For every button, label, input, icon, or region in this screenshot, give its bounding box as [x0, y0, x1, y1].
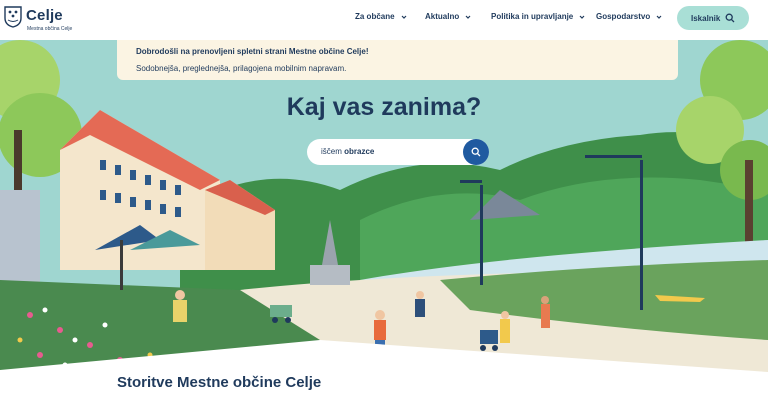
hero-search-field[interactable]: iščem obrazce [307, 139, 489, 165]
hero-title: Kaj vas zanima? [286, 93, 482, 121]
city-park-illustration [0, 40, 768, 380]
nav-item-aktualno[interactable]: Aktualno [425, 12, 471, 21]
nav-item-label: Za občane [355, 12, 395, 21]
site-header: Celje Mestna občina Celje Za občane Aktu… [0, 0, 768, 40]
notice-text: Sodobnejša, preglednejša, prilagojena mo… [136, 64, 347, 73]
notice-title: Dobrodošli na prenovljeni spletni strani… [136, 47, 369, 56]
hero-illustration [0, 40, 768, 380]
logo-title: Celje [26, 7, 63, 24]
search-term: obrazce [344, 147, 375, 156]
welcome-notice: Dobrodošli na prenovljeni spletni strani… [117, 40, 678, 80]
nav-item-gospodarstvo[interactable]: Gospodarstvo [596, 12, 662, 21]
nav-item-label: Aktualno [425, 12, 460, 21]
nav-item-label: Gospodarstvo [596, 12, 651, 21]
chevron-down-icon [579, 15, 585, 19]
search-input[interactable]: iščem obrazce [321, 147, 374, 156]
chevron-down-icon [465, 15, 471, 19]
search-prefix: iščem [321, 147, 345, 156]
search-toggle-label: Iskalnik [691, 13, 721, 23]
search-icon [471, 147, 481, 157]
chevron-down-icon [656, 15, 662, 19]
nav-item-label: Politika in upravljanje [491, 12, 574, 21]
chevron-down-icon [401, 15, 407, 19]
nav-item-politika[interactable]: Politika in upravljanje [491, 12, 585, 21]
search-toggle-button[interactable]: Iskalnik [677, 6, 749, 30]
search-submit-button[interactable] [463, 139, 489, 165]
celje-crest-icon [4, 6, 22, 28]
nav-item-za-obcane[interactable]: Za občane [355, 12, 407, 21]
services-section-title: Storitve Mestne občine Celje [117, 374, 322, 391]
logo-subtitle: Mestna občina Celje [27, 26, 73, 32]
search-icon [725, 13, 735, 23]
site-logo[interactable]: Celje Mestna občina Celje [4, 6, 74, 34]
